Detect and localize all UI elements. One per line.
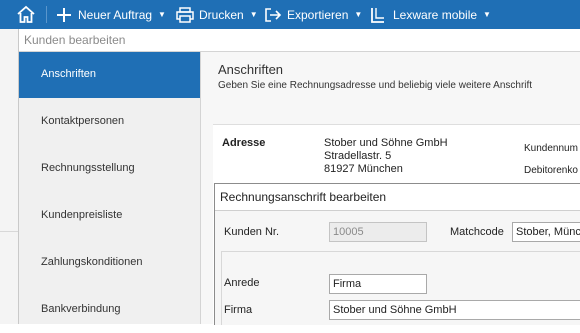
sidebar-item-label: Kundenpreisliste: [41, 209, 123, 221]
new-order-label: Neuer Auftrag: [78, 7, 153, 22]
sidebar-item-label: Kontaktpersonen: [41, 115, 125, 127]
export-label: Exportieren: [287, 7, 349, 22]
matchcode-field[interactable]: Stober, Münc: [512, 222, 580, 242]
sidebar-item-rechnungsstellung[interactable]: Rechnungsstellung: [19, 146, 200, 192]
dialog-section-border: [221, 251, 222, 325]
section-title: Anschriften: [218, 62, 284, 77]
debtor-account-label: Debitorenko: [524, 165, 578, 176]
dialog-titlebar[interactable]: Rechnungsanschrift bearbeiten: [215, 184, 580, 211]
company-label: Firma: [224, 304, 253, 316]
export-icon: [265, 7, 282, 22]
customer-no-label: Kunden Nr.: [224, 226, 280, 238]
plus-icon: [57, 7, 71, 22]
export-button[interactable]: Exportieren ▼: [264, 0, 362, 29]
divider: [0, 231, 18, 232]
address-label: Adresse: [222, 137, 266, 149]
billing-address-dialog: Rechnungsanschrift bearbeiten Kunden Nr.…: [214, 183, 580, 325]
sidebar-item-anschriften[interactable]: Anschriften: [19, 52, 200, 98]
company-field[interactable]: Stober und Söhne GmbH: [329, 300, 580, 320]
sidebar-item-label: Rechnungsstellung: [41, 162, 135, 174]
home-button[interactable]: [16, 0, 36, 29]
lexware-mobile-label: Lexware mobile: [393, 7, 478, 22]
sidebar-item-zahlungskonditionen[interactable]: Zahlungskonditionen: [19, 240, 200, 286]
chevron-down-icon: ▼: [249, 10, 258, 19]
home-icon: [17, 5, 35, 23]
lexware-mobile-button[interactable]: Lexware mobile ▼: [370, 0, 491, 29]
sidebar-nav: Anschriften Kontaktpersonen Rechnungsste…: [19, 52, 201, 324]
new-order-button[interactable]: Neuer Auftrag ▼: [56, 0, 166, 29]
sidebar-item-label: Zahlungskonditionen: [41, 256, 143, 268]
salutation-field[interactable]: Firma: [329, 274, 427, 294]
matchcode-label: Matchcode: [450, 226, 504, 238]
sidebar-item-kontaktpersonen[interactable]: Kontaktpersonen: [19, 99, 200, 145]
sidebar-item-label: Anschriften: [41, 68, 97, 80]
address-line-city: 81927 München: [324, 163, 403, 175]
toolbar-separator: [46, 6, 47, 23]
printer-icon: [176, 6, 194, 23]
print-button[interactable]: Drucken ▼: [176, 0, 258, 29]
sidebar-item-bankverbindung[interactable]: Bankverbindung: [19, 287, 200, 333]
sidebar-item-label: Bankverbindung: [41, 303, 121, 315]
address-line-company: Stober und Söhne GmbH: [324, 137, 448, 149]
section-description: Geben Sie eine Rechnungsadresse und beli…: [218, 80, 533, 91]
customer-number-label: Kundennum: [524, 143, 578, 154]
dialog-section-divider: [221, 251, 580, 252]
lexware-logo-icon: [371, 7, 384, 23]
chevron-down-icon: ▼: [158, 10, 166, 19]
sidebar-item-kundenpreisliste[interactable]: Kundenpreisliste: [19, 193, 200, 239]
window-title: Kunden bearbeiten: [24, 33, 126, 47]
print-label: Drucken: [199, 7, 244, 22]
address-line-street: Stradellastr. 5: [324, 150, 392, 162]
window-titlebar[interactable]: Kunden bearbeiten: [19, 29, 580, 52]
chevron-down-icon: ▼: [354, 10, 363, 19]
customer-no-field: 10005: [329, 222, 427, 242]
salutation-label: Anrede: [224, 277, 260, 289]
background-app-edge: [0, 29, 18, 324]
dialog-title: Rechnungsanschrift bearbeiten: [220, 190, 387, 204]
main-toolbar: Neuer Auftrag ▼ Drucken ▼ Exportieren ▼ …: [0, 0, 580, 30]
chevron-down-icon: ▼: [483, 10, 491, 19]
